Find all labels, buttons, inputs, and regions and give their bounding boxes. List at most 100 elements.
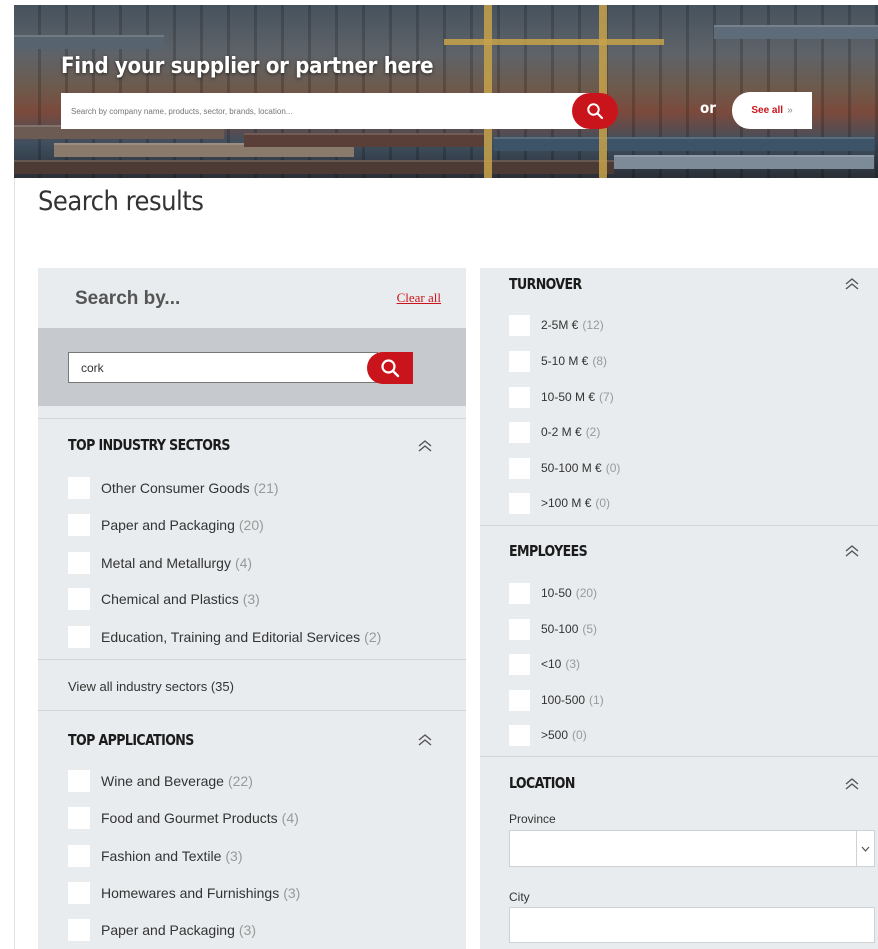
- view-all-industry-sectors-link[interactable]: View all industry sectors (35): [68, 679, 234, 694]
- see-all-button[interactable]: See all »: [732, 92, 812, 129]
- checkbox[interactable]: [68, 552, 90, 574]
- application-option[interactable]: Food and Gourmet Products (4): [68, 807, 299, 829]
- option-count: (21): [253, 480, 279, 496]
- city-input[interactable]: [509, 907, 875, 943]
- location-heading: LOCATION: [509, 775, 575, 793]
- checkbox[interactable]: [509, 350, 530, 372]
- option-label: 10-50: [541, 586, 572, 600]
- option-count: (0): [595, 496, 611, 510]
- checkbox[interactable]: [68, 770, 90, 792]
- divider: [38, 418, 466, 419]
- option-count: (2): [364, 629, 382, 645]
- option-label: 5-10 M €: [541, 354, 589, 368]
- industry-sectors-heading: TOP INDUSTRY SECTORS: [68, 437, 231, 455]
- hero-search-input[interactable]: [61, 93, 592, 129]
- divider: [38, 659, 466, 660]
- option-label: Wine and Beverage: [101, 773, 224, 789]
- application-option[interactable]: Paper and Packaging (3): [68, 919, 256, 941]
- option-label: 50-100 M €: [541, 461, 602, 475]
- city-label: City: [509, 890, 530, 904]
- industry-sector-option[interactable]: Paper and Packaging (20): [68, 514, 264, 536]
- checkbox[interactable]: [509, 386, 530, 408]
- checkbox[interactable]: [68, 807, 90, 829]
- option-count: (3): [565, 657, 581, 671]
- option-count: (1): [589, 693, 604, 707]
- double-chevron-up-icon[interactable]: [417, 439, 433, 453]
- container-stack: [714, 25, 878, 39]
- double-chevron-up-icon[interactable]: [844, 544, 860, 558]
- application-option[interactable]: Homewares and Furnishings (3): [68, 882, 300, 904]
- double-chevron-up-icon[interactable]: [844, 777, 860, 791]
- crane-leg: [484, 5, 492, 178]
- turnover-option[interactable]: 50-100 M € (0): [509, 457, 620, 479]
- option-label: >100 M €: [541, 496, 592, 510]
- turnover-option[interactable]: 10-50 M € (7): [509, 386, 614, 408]
- page-left-border: [14, 178, 15, 949]
- option-count: (22): [227, 773, 253, 789]
- checkbox[interactable]: [68, 626, 90, 648]
- option-count: (4): [281, 810, 299, 826]
- employees-option[interactable]: <10 (3): [509, 653, 580, 675]
- province-label: Province: [509, 812, 556, 826]
- employees-heading: EMPLOYEES: [509, 543, 588, 561]
- checkbox[interactable]: [509, 421, 530, 443]
- divider: [480, 525, 878, 526]
- checkbox[interactable]: [509, 457, 530, 479]
- or-label: or: [700, 99, 716, 117]
- checkbox[interactable]: [509, 618, 530, 640]
- filter-search-button[interactable]: [367, 352, 413, 384]
- turnover-option[interactable]: 2-5M € (12): [509, 314, 604, 336]
- option-count: (3): [283, 885, 301, 901]
- option-label: 100-500: [541, 693, 586, 707]
- industry-sector-option[interactable]: Other Consumer Goods (21): [68, 477, 279, 499]
- province-select[interactable]: [509, 830, 875, 867]
- checkbox[interactable]: [68, 514, 90, 536]
- double-chevron-right-icon: »: [787, 105, 793, 116]
- checkbox[interactable]: [68, 588, 90, 610]
- industry-sector-option[interactable]: Metal and Metallurgy (4): [68, 552, 252, 574]
- turnover-option[interactable]: >100 M € (0): [509, 492, 610, 514]
- checkbox[interactable]: [509, 582, 530, 604]
- industry-sector-option[interactable]: Chemical and Plastics (3): [68, 588, 260, 610]
- crane-beam: [444, 39, 664, 45]
- checkbox[interactable]: [509, 689, 530, 711]
- checkbox[interactable]: [509, 653, 530, 675]
- filter-panel-right: TURNOVER 2-5M € (12) 5-10 M € (8) 10-50 …: [480, 268, 878, 949]
- container-stack: [494, 137, 874, 151]
- hero-banner: Find your supplier or partner here or Se…: [14, 5, 878, 178]
- checkbox[interactable]: [68, 882, 90, 904]
- employees-option[interactable]: 10-50 (20): [509, 582, 597, 604]
- application-option[interactable]: Fashion and Textile (3): [68, 845, 243, 867]
- option-label: 10-50 M €: [541, 390, 596, 404]
- clear-all-link[interactable]: Clear all: [397, 290, 441, 306]
- search-icon: [381, 359, 400, 378]
- turnover-heading: TURNOVER: [509, 276, 582, 294]
- hero-search-button[interactable]: [572, 93, 618, 129]
- turnover-option[interactable]: 5-10 M € (8): [509, 350, 607, 372]
- option-count: (3): [238, 922, 256, 938]
- option-label: 0-2 M €: [541, 425, 582, 439]
- employees-option[interactable]: 50-100 (5): [509, 618, 597, 640]
- application-option[interactable]: Wine and Beverage (22): [68, 770, 253, 792]
- option-label: 50-100: [541, 622, 579, 636]
- checkbox[interactable]: [509, 492, 530, 514]
- checkbox[interactable]: [68, 845, 90, 867]
- double-chevron-up-icon[interactable]: [844, 277, 860, 291]
- checkbox[interactable]: [509, 724, 530, 746]
- applications-heading: TOP APPLICATIONS: [68, 732, 194, 750]
- industry-sector-option[interactable]: Education, Training and Editorial Servic…: [68, 626, 381, 648]
- checkbox[interactable]: [68, 477, 90, 499]
- checkbox[interactable]: [509, 314, 530, 336]
- option-label: Paper and Packaging: [101, 517, 235, 533]
- filter-search-input[interactable]: [68, 352, 378, 383]
- option-count: (20): [575, 586, 598, 600]
- checkbox[interactable]: [68, 919, 90, 941]
- double-chevron-up-icon[interactable]: [417, 733, 433, 747]
- turnover-option[interactable]: 0-2 M € (2): [509, 421, 600, 443]
- search-icon: [587, 103, 604, 120]
- employees-option[interactable]: 100-500 (1): [509, 689, 604, 711]
- option-count: (12): [582, 318, 604, 332]
- option-label: Food and Gourmet Products: [101, 810, 278, 826]
- option-count: (3): [242, 591, 260, 607]
- employees-option[interactable]: >500 (0): [509, 724, 587, 746]
